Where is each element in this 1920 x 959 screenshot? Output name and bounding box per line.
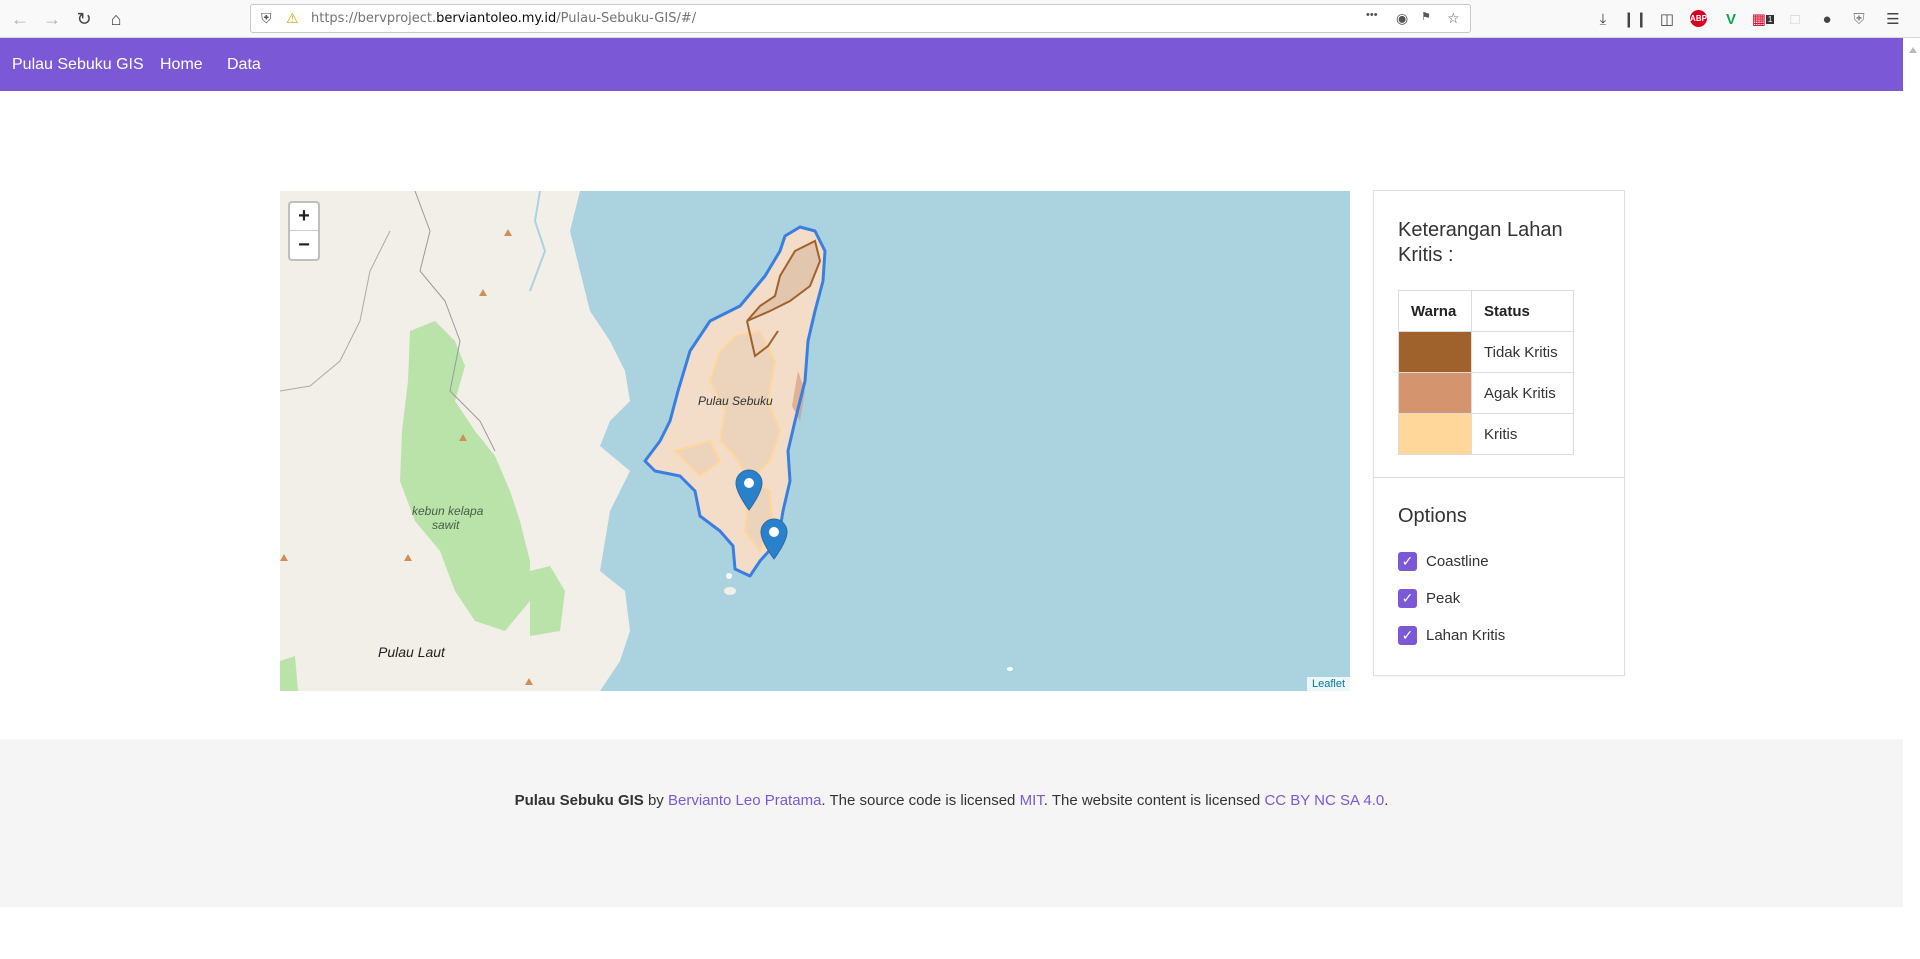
page-actions-icon[interactable]: ••• — [1366, 9, 1378, 21]
legend-table: Warna Status Tidak Kritis Agak Kritis Kr… — [1398, 290, 1574, 455]
checkbox-coastline[interactable]: ✓ — [1398, 552, 1417, 571]
zoom-control: + − — [288, 201, 320, 261]
leaflet-map[interactable]: Pulau Sebuku kebun kelapa sawit Pulau La… — [280, 191, 1350, 691]
nav-link-data[interactable]: Data — [227, 56, 261, 74]
address-bar[interactable]: ⛨ ⚠ https://bervproject.berviantoleo.my.… — [250, 4, 1471, 33]
extension-icon[interactable]: □ — [1784, 8, 1806, 30]
legend-row: Kritis — [1398, 413, 1574, 455]
map-marker-icon[interactable] — [760, 518, 788, 560]
legend-header-warna: Warna — [1398, 290, 1472, 332]
cc-license-link[interactable]: CC BY NC SA 4.0 — [1264, 792, 1384, 809]
legend-swatch-kritis — [1398, 413, 1472, 455]
legend-status: Kritis — [1471, 413, 1574, 455]
legend-header-status: Status — [1471, 290, 1574, 332]
zoom-out-button[interactable]: − — [290, 231, 318, 259]
footer-text: Pulau Sebuku GIS by Bervianto Leo Pratam… — [514, 792, 1389, 809]
option-peak[interactable]: ✓ Peak — [1398, 589, 1460, 608]
options-title: Options — [1398, 505, 1467, 527]
footer-project-name: Pulau Sebuku GIS — [514, 792, 644, 809]
forward-icon[interactable]: → — [38, 6, 66, 32]
bookmark-star-icon[interactable]: ☆ — [1447, 10, 1460, 27]
map-label-pulau-sebuku: Pulau Sebuku — [698, 394, 773, 408]
navbar: Pulau Sebuku GIS Home Data — [0, 38, 1903, 91]
author-link[interactable]: Bervianto Leo Pratama — [668, 792, 821, 809]
legend-swatch-agak-kritis — [1398, 372, 1472, 414]
panel-divider — [1374, 477, 1624, 478]
adblock-icon[interactable]: ABP — [1690, 10, 1707, 27]
footer: Pulau Sebuku GIS by Bervianto Leo Pratam… — [0, 739, 1903, 907]
legend-status: Agak Kritis — [1471, 372, 1574, 414]
option-label: Lahan Kritis — [1426, 627, 1506, 644]
shield-icon[interactable]: ⛨ — [261, 10, 272, 27]
account-avatar-icon[interactable]: ● — [1816, 8, 1838, 30]
option-label: Peak — [1426, 590, 1461, 607]
legend-row: Agak Kritis — [1398, 372, 1574, 414]
legend-row: Tidak Kritis — [1398, 331, 1574, 373]
map-label-kebun-kelapa: kebun kelapa — [412, 504, 484, 518]
legend-swatch-tidak-kritis — [1398, 331, 1472, 373]
checkbox-peak[interactable]: ✓ — [1398, 589, 1417, 608]
page-scrollbar[interactable] — [1903, 38, 1920, 959]
option-lahan-kritis[interactable]: ✓ Lahan Kritis — [1398, 626, 1505, 645]
library-icon[interactable]: ❙❙ — [1622, 8, 1647, 30]
legend-status: Tidak Kritis — [1471, 331, 1574, 373]
map-marker-icon[interactable] — [735, 469, 763, 511]
flag-icon[interactable]: ⚑ — [1421, 10, 1431, 23]
map-label-pulau-laut: Pulau Laut — [378, 644, 445, 660]
privacy-badger-icon[interactable]: ⛨ — [1848, 8, 1870, 30]
downloads-icon[interactable]: ⤓ — [1592, 8, 1614, 30]
option-coastline[interactable]: ✓ Coastline — [1398, 552, 1489, 571]
menu-icon[interactable]: ☰ — [1882, 8, 1904, 30]
legend-panel: Keterangan Lahan Kritis : Warna Status T… — [1373, 190, 1625, 676]
zoom-in-button[interactable]: + — [290, 203, 318, 231]
url-text[interactable]: https://bervproject.berviantoleo.my.id/P… — [311, 11, 696, 26]
pocket-icon[interactable]: ◉ — [1396, 10, 1408, 27]
home-icon[interactable]: ⌂ — [102, 6, 130, 32]
mit-license-link[interactable]: MIT — [1020, 792, 1044, 809]
nav-link-home[interactable]: Home — [160, 56, 203, 74]
option-label: Coastline — [1426, 553, 1489, 570]
map-tiles — [280, 191, 1013, 691]
extension-notifications-icon[interactable]: ▦ 1 — [1752, 8, 1775, 30]
back-icon[interactable]: ← — [6, 6, 34, 32]
leaflet-attribution-link[interactable]: Leaflet — [1306, 677, 1350, 691]
sidebar-icon[interactable]: ◫ — [1656, 8, 1678, 30]
map-label-sawit: sawit — [432, 518, 460, 532]
lock-warning-icon[interactable]: ⚠ — [286, 10, 299, 27]
vue-devtools-icon[interactable]: V — [1720, 8, 1742, 30]
navbar-brand[interactable]: Pulau Sebuku GIS — [12, 56, 144, 74]
browser-toolbar: ← → ↻ ⌂ ⛨ ⚠ https://bervproject.berviant… — [0, 0, 1920, 38]
checkbox-lahan-kritis[interactable]: ✓ — [1398, 626, 1417, 645]
legend-title: Keterangan Lahan Kritis : — [1398, 219, 1563, 266]
reload-icon[interactable]: ↻ — [70, 6, 98, 32]
